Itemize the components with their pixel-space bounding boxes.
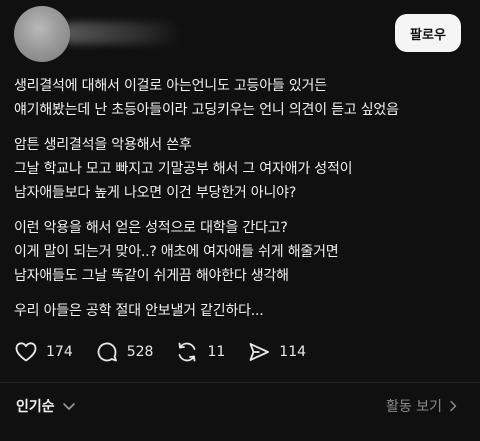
blurred-username	[62, 22, 182, 44]
comment-button[interactable]: 528	[95, 340, 154, 364]
paragraph: 이런 악용을 해서 얻은 성적으로 대학을 간다고? 이게 말이 되는거 맞아.…	[14, 216, 474, 288]
paper-plane-icon	[249, 343, 270, 361]
text-line: 이런 악용을 해서 얻은 성적으로 대학을 간다고?	[14, 220, 288, 236]
divider	[0, 382, 480, 383]
share-count: 114	[279, 344, 307, 360]
post-header: 팔로우	[0, 0, 480, 70]
share-button[interactable]: 114	[247, 340, 306, 364]
text-line: 그날 학교나 모고 빠지고 기말공부 해서 그 여자애가 성적이	[14, 161, 353, 177]
sort-dropdown[interactable]: 인기순	[16, 396, 77, 416]
paragraph: 암튼 생리결석을 악용해서 쓴후 그날 학교나 모고 빠지고 기말공부 해서 그…	[14, 133, 474, 205]
text-line: 이게 말이 되는거 맞아..? 애초에 여자애들 쉬게 해줄거면	[14, 244, 339, 260]
paragraph: 우리 아들은 공학 절대 안보낼거 같긴하다...	[14, 299, 474, 323]
chevron-down-icon	[62, 403, 75, 410]
text-line: 얘기해봤는데 난 초등아들이라 고딩키우는 언니 의견이 듣고 싶었음	[14, 102, 399, 118]
follow-button[interactable]: 팔로우	[395, 14, 461, 52]
repost-count: 11	[207, 344, 226, 360]
text-line: 남자애들도 그날 똑같이 쉬게끔 해야한다 생각해	[14, 268, 289, 284]
activity-label: 활동 보기	[386, 399, 442, 415]
like-count: 174	[46, 344, 73, 360]
text-line: 생리결석에 대해서 이걸로 아는언니도 고등아들 있거든	[14, 78, 327, 94]
view-activity-link[interactable]: 활동 보기	[386, 396, 460, 416]
repost-arrows-icon	[179, 342, 196, 362]
text-line: 남자애들보다 높게 나오면 이건 부당한거 아니야?	[14, 185, 297, 201]
heart-icon	[15, 342, 37, 362]
comment-count: 528	[126, 344, 154, 360]
text-line: 암튼 생리결석을 악용해서 쓴후	[14, 137, 192, 153]
like-button[interactable]: 174	[14, 340, 73, 364]
post-body: 생리결석에 대해서 이걸로 아는언니도 고등아들 있거든 얘기해봤는데 난 초등…	[14, 74, 474, 334]
speech-bubble-icon	[97, 342, 117, 362]
action-bar: 174 528 11 114	[14, 338, 328, 366]
repost-button[interactable]: 11	[175, 340, 225, 364]
chevron-right-icon	[450, 400, 457, 412]
text-line: 우리 아들은 공학 절대 안보낼거 같긴하다...	[14, 303, 264, 319]
sort-label: 인기순	[16, 399, 55, 415]
paragraph: 생리결석에 대해서 이걸로 아는언니도 고등아들 있거든 얘기해봤는데 난 초등…	[14, 74, 474, 122]
